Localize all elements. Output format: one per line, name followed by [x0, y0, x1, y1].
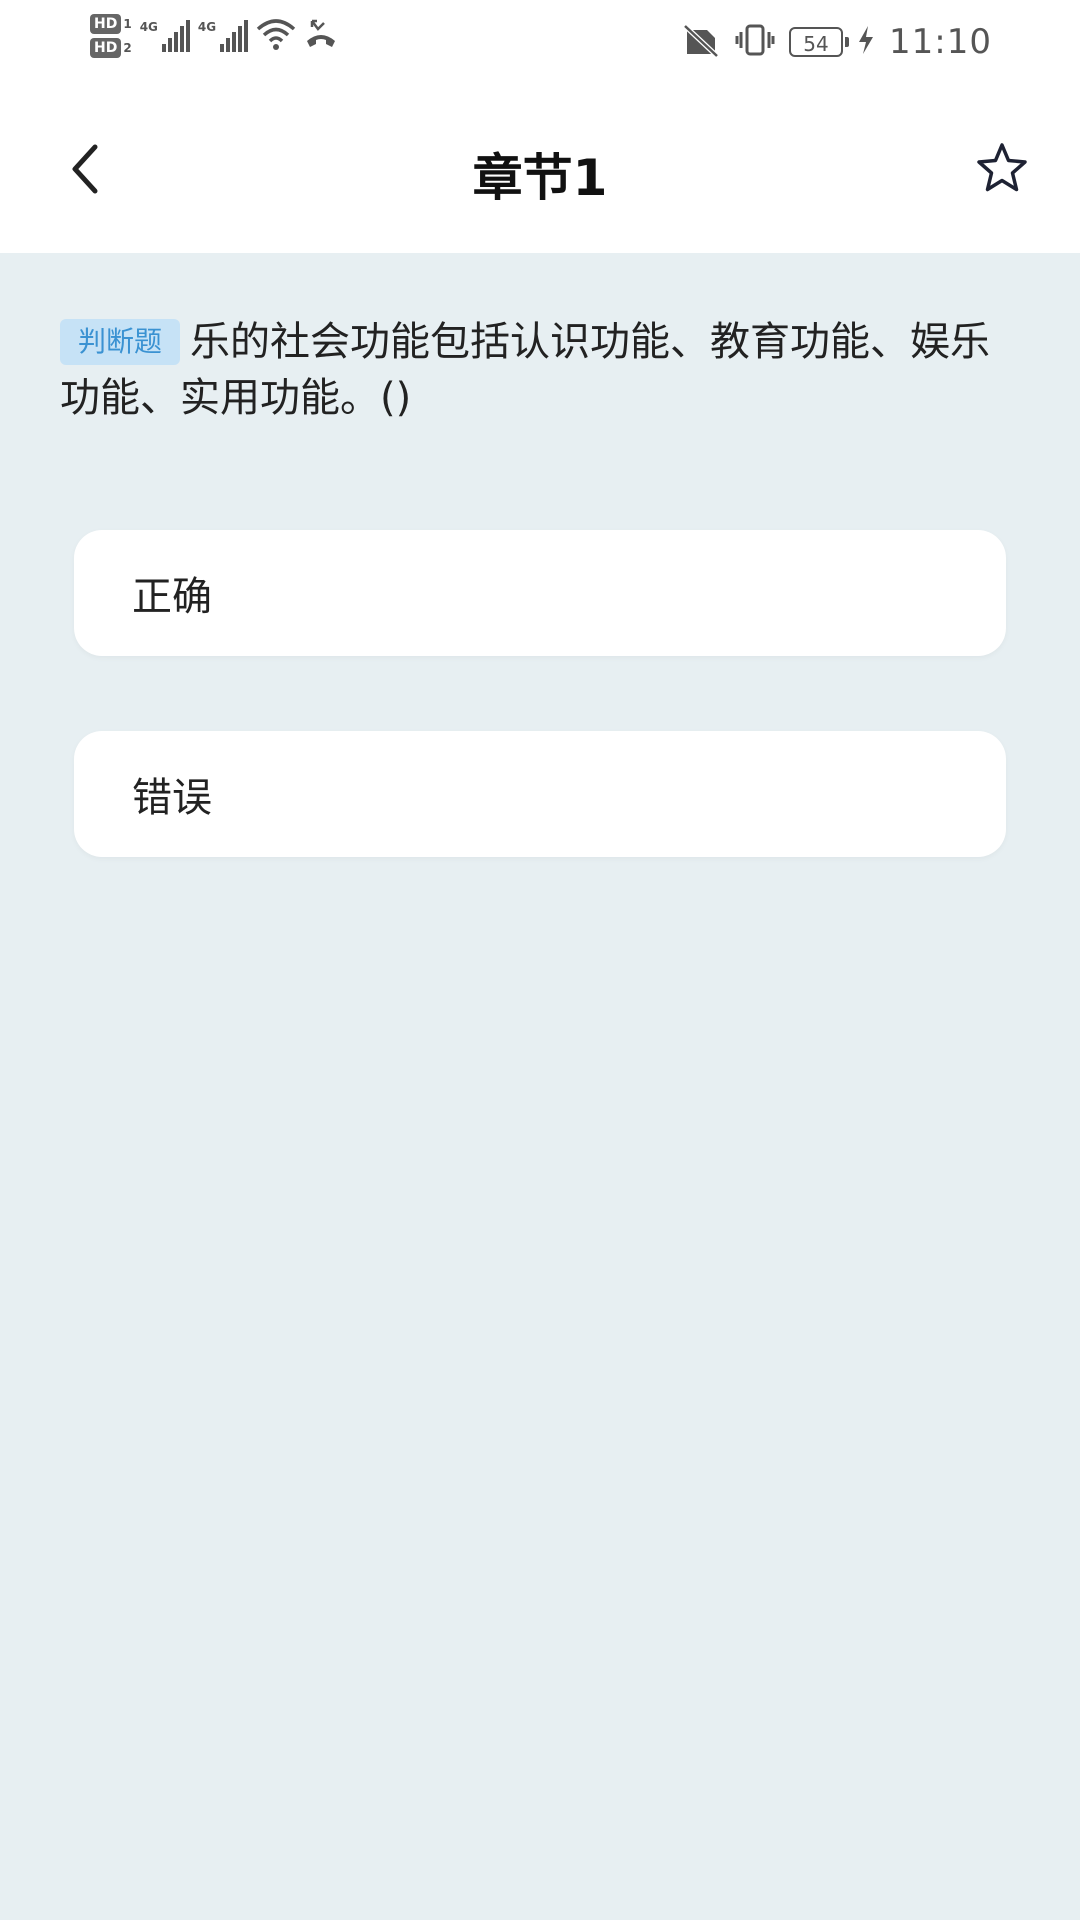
network-type-sim2: 4G	[197, 20, 217, 34]
hd-indicator-2: HD 2	[90, 38, 132, 58]
wifi-icon	[256, 17, 296, 55]
charging-icon	[857, 25, 875, 59]
question-type-tag: 判断题	[60, 319, 181, 365]
page-title: 章节1	[472, 149, 608, 207]
signal-icon-sim1: 4G	[140, 20, 190, 52]
status-left: HD 1 HD 2 4G 4G	[90, 14, 338, 58]
hd-label-2: HD	[90, 38, 122, 58]
status-bar: HD 1 HD 2 4G 4G 54 11:10	[0, 0, 1080, 88]
star-outline-icon	[975, 142, 1029, 198]
hd-num-2: 2	[123, 41, 132, 55]
hd-indicators: HD 1 HD 2	[90, 14, 132, 58]
hd-indicator-1: HD 1	[90, 14, 132, 34]
option-label: 错误	[132, 775, 212, 821]
hd-num-1: 1	[123, 17, 132, 31]
hd-label-1: HD	[90, 14, 122, 34]
option-false[interactable]: 错误	[74, 731, 1006, 857]
question-text: 乐的社会功能包括认识功能、教育功能、娱乐功能、实用功能。()	[60, 319, 991, 421]
status-right: 54 11:10	[681, 22, 992, 62]
network-type-sim1: 4G	[139, 20, 158, 34]
battery-icon: 54	[789, 27, 850, 57]
signal-icon-sim2: 4G	[197, 20, 249, 52]
question-block: 判断题 乐的社会功能包括认识功能、教育功能、娱乐功能、实用功能。()	[60, 314, 1020, 426]
favorite-button[interactable]	[970, 138, 1034, 202]
missed-call-icon	[304, 17, 338, 55]
no-sim-icon	[681, 22, 721, 62]
vibrate-icon	[735, 24, 775, 60]
status-time: 11:10	[889, 22, 992, 62]
option-true[interactable]: 正确	[74, 530, 1006, 656]
option-label: 正确	[132, 574, 212, 620]
nav-bar: 章节1	[0, 88, 1080, 253]
